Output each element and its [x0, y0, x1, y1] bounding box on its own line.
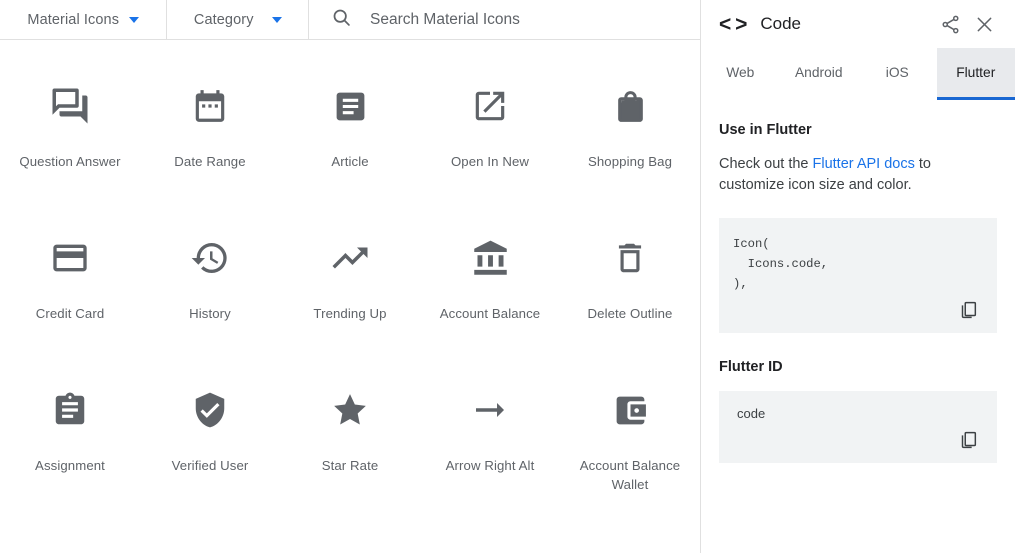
icon-cell-question-answer[interactable]: Question Answer: [0, 76, 140, 228]
icon-cell-open-in-new[interactable]: Open In New: [420, 76, 560, 228]
close-icon[interactable]: [967, 7, 1001, 41]
date-range-icon: [191, 82, 229, 130]
open-in-new-icon: [471, 82, 509, 130]
material-icons-dropdown-label: Material Icons: [27, 11, 120, 28]
shopping-bag-icon: [612, 82, 649, 130]
icon-label: Delete Outline: [587, 306, 673, 321]
chevron-down-icon: [129, 16, 140, 23]
icon-cell-star-rate[interactable]: Star Rate: [280, 380, 420, 532]
search-bar: [309, 0, 700, 39]
icon-label: Shopping Bag: [587, 154, 673, 169]
star-rate-icon: [330, 386, 370, 434]
tab-ios[interactable]: iOS: [858, 48, 937, 100]
icon-label: History: [189, 306, 231, 321]
copy-icon[interactable]: [955, 427, 981, 453]
icon-cell-delete-outline[interactable]: Delete Outline: [560, 228, 700, 380]
icon-label: Trending Up: [313, 306, 387, 321]
icon-label: Date Range: [174, 154, 246, 169]
icon-label: Star Rate: [321, 458, 379, 473]
icon-cell-arrow-right-alt[interactable]: Arrow Right Alt: [420, 380, 560, 532]
code-snippet-text: Icon( Icons.code, ),: [733, 237, 829, 291]
panel-body: Use in Flutter Check out the Flutter API…: [701, 100, 1015, 553]
account-balance-wallet-icon: [612, 386, 649, 434]
icon-cell-date-range[interactable]: Date Range: [140, 76, 280, 228]
icon-label: Article: [331, 154, 369, 169]
search-input[interactable]: [370, 10, 700, 29]
description-prefix: Check out the: [719, 156, 813, 172]
credit-card-icon: [50, 234, 90, 282]
trending-up-icon: [329, 234, 371, 282]
category-dropdown-label: Category: [193, 11, 254, 28]
icon-label: Question Answer: [19, 154, 121, 169]
panel-header: < > Code: [701, 0, 1015, 48]
category-dropdown[interactable]: Category: [167, 0, 309, 39]
material-icons-dropdown[interactable]: Material Icons: [0, 0, 168, 39]
icon-cell-shopping-bag[interactable]: Shopping Bag: [560, 76, 700, 228]
icons-browser-pane: Material Icons Category Search Material …: [0, 0, 700, 553]
history-icon: [190, 234, 230, 282]
icon-label: Assignment: [35, 458, 105, 473]
icon-grid: Question Answer Date Range Article Open …: [0, 40, 700, 532]
code-snippet-box: Icon( Icons.code, ),: [719, 218, 997, 333]
arrow-right-alt-icon: [469, 386, 511, 434]
toolbar: Material Icons Category: [0, 0, 700, 40]
verified-user-icon: [191, 386, 229, 434]
icon-cell-article[interactable]: Article: [280, 76, 420, 228]
tab-android[interactable]: Android: [779, 48, 858, 100]
chevron-down-icon: [271, 16, 282, 23]
use-in-flutter-heading: Use in Flutter: [719, 122, 812, 138]
delete-outline-icon: [611, 234, 649, 282]
icon-label: Open In New: [450, 154, 530, 169]
icon-cell-verified-user[interactable]: Verified User: [140, 380, 280, 532]
icon-label: Arrow Right Alt: [445, 458, 535, 473]
icon-cell-credit-card[interactable]: Credit Card: [0, 228, 140, 380]
copy-icon[interactable]: [955, 297, 981, 323]
icon-label: Account Balance Wallet: [579, 458, 681, 492]
share-icon[interactable]: [933, 7, 967, 41]
article-icon: [332, 82, 369, 130]
code-brackets-icon: < >: [719, 12, 747, 36]
icon-label: Credit Card: [35, 306, 105, 321]
icon-cell-history[interactable]: History: [140, 228, 280, 380]
material-icons-app: Material Icons Category Search Material …: [0, 0, 1015, 553]
icon-cell-account-balance-wallet[interactable]: Account Balance Wallet: [560, 380, 700, 532]
question-answer-icon: [49, 82, 91, 130]
flutter-id-value: code: [737, 406, 766, 421]
search-icon: [331, 7, 352, 33]
code-side-panel: < > Code Web Android iOS Flutter Use in …: [700, 0, 1015, 553]
icon-cell-account-balance[interactable]: Account Balance: [420, 228, 560, 380]
icon-cell-assignment[interactable]: Assignment: [0, 380, 140, 532]
account-balance-icon: [471, 234, 510, 282]
flutter-description: Check out the Flutter API docs to custom…: [719, 154, 997, 196]
flutter-id-box: code: [719, 391, 997, 463]
icon-cell-trending-up[interactable]: Trending Up: [280, 228, 420, 380]
icon-label: Account Balance: [439, 306, 541, 321]
flutter-id-heading: Flutter ID: [719, 359, 783, 375]
flutter-api-docs-link[interactable]: Flutter API docs: [813, 156, 915, 172]
icon-label: Verified User: [171, 458, 249, 473]
panel-title: Code: [760, 14, 802, 33]
platform-tabs: Web Android iOS Flutter: [701, 48, 1015, 100]
tab-web[interactable]: Web: [701, 48, 780, 100]
assignment-icon: [51, 386, 89, 434]
tab-flutter[interactable]: Flutter: [936, 48, 1015, 100]
